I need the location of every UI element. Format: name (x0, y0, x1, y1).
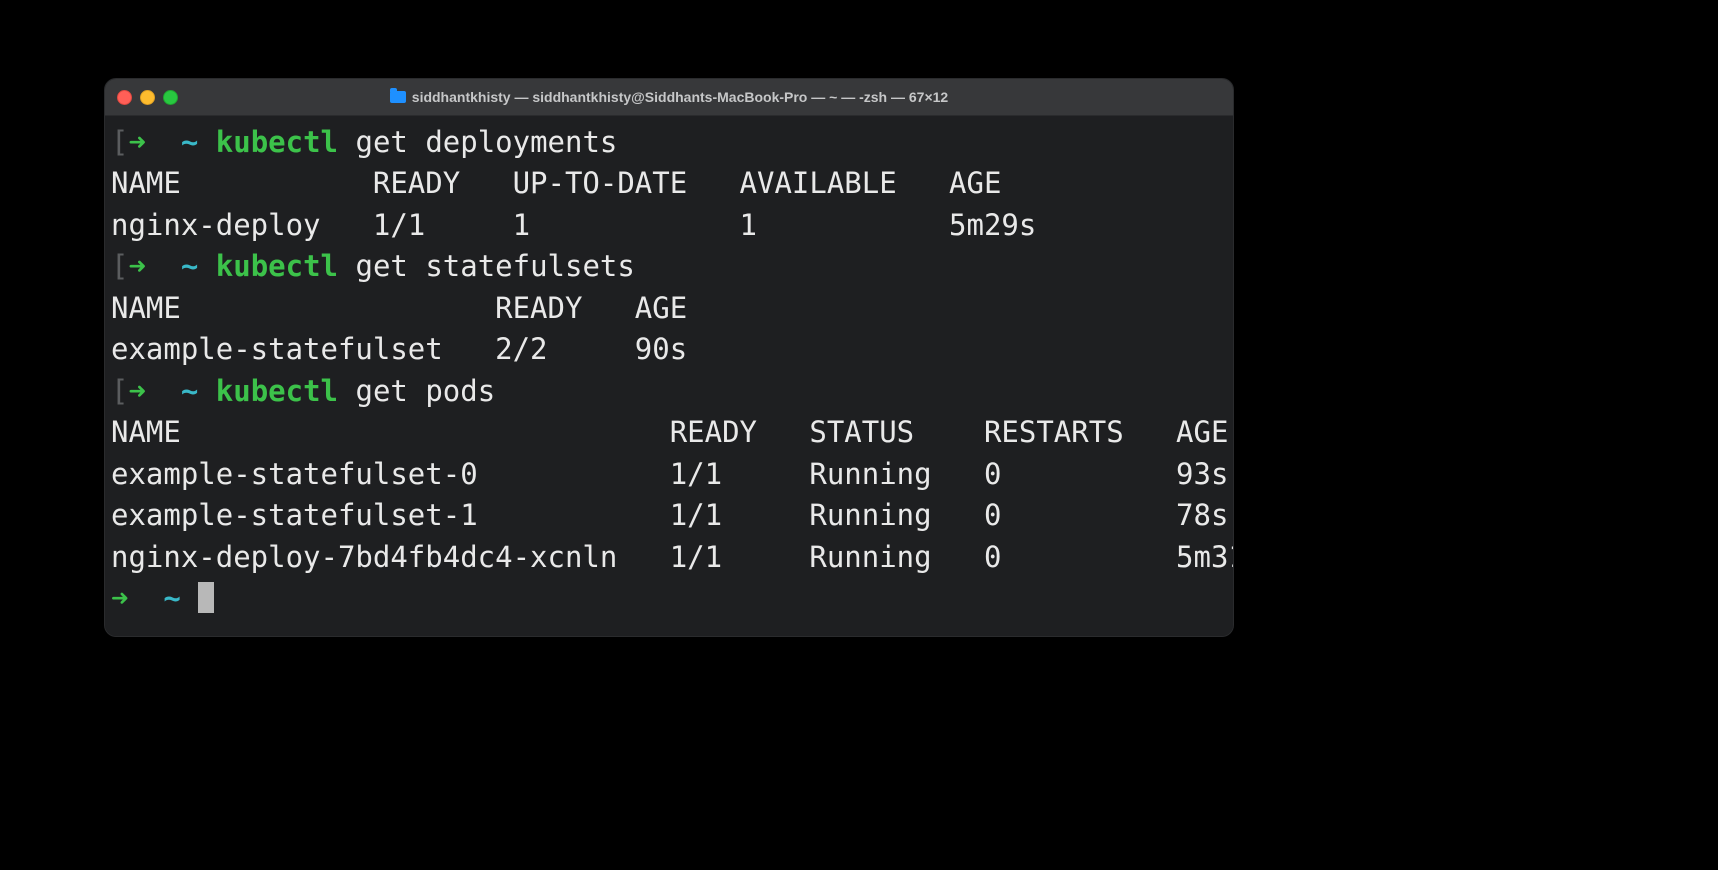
prompt-bracket-open: [ (111, 125, 128, 159)
prompt-bracket-close: ] (1228, 249, 1234, 283)
prompt-bracket-close: ] (1228, 125, 1234, 159)
minimize-icon[interactable] (140, 90, 155, 105)
cmd-kubectl: kubectl (216, 249, 338, 283)
cmd2-row: example-statefulset 2/2 90s (111, 332, 687, 366)
terminal-output[interactable]: [➜ ~ kubectl get deployments ] NAME READ… (105, 120, 1233, 624)
terminal-window: siddhantkhisty — siddhantkhisty@Siddhant… (104, 78, 1234, 637)
cmd3-row2: example-statefulset-1 1/1 Running 0 78s (111, 498, 1228, 532)
prompt-arrow: ➜ (128, 249, 145, 283)
cmd2-args: get statefulsets (355, 249, 634, 283)
prompt-arrow: ➜ (128, 125, 145, 159)
close-icon[interactable] (117, 90, 132, 105)
prompt-tilde: ~ (181, 125, 198, 159)
cmd2-header: NAME READY AGE (111, 291, 687, 325)
cmd1-header: NAME READY UP-TO-DATE AVAILABLE AGE (111, 166, 1001, 200)
cmd3-row1: example-statefulset-0 1/1 Running 0 93s (111, 457, 1228, 491)
prompt-tilde: ~ (181, 249, 198, 283)
terminal-body[interactable]: [➜ ~ kubectl get deployments ] NAME READ… (105, 116, 1233, 636)
cmd3-header: NAME READY STATUS RESTARTS AGE (111, 415, 1228, 449)
cmd3-row3: nginx-deploy-7bd4fb4dc4-xcnln 1/1 Runnin… (111, 540, 1234, 574)
prompt-bracket-close: ] (1228, 374, 1234, 408)
folder-icon (390, 91, 406, 103)
prompt-tilde: ~ (181, 374, 198, 408)
cmd-kubectl: kubectl (216, 125, 338, 159)
prompt-bracket-open: [ (111, 374, 128, 408)
cmd3-args: get pods (355, 374, 495, 408)
prompt-tilde: ~ (163, 581, 180, 615)
cmd-kubectl: kubectl (216, 374, 338, 408)
window-title: siddhantkhisty — siddhantkhisty@Siddhant… (105, 89, 1233, 105)
prompt-bracket-open: [ (111, 249, 128, 283)
window-title-text: siddhantkhisty — siddhantkhisty@Siddhant… (412, 89, 948, 105)
prompt-arrow: ➜ (111, 581, 128, 615)
cmd1-args: get deployments (355, 125, 617, 159)
window-controls (117, 90, 178, 105)
cmd1-row: nginx-deploy 1/1 1 1 5m29s (111, 208, 1036, 242)
zoom-icon[interactable] (163, 90, 178, 105)
titlebar: siddhantkhisty — siddhantkhisty@Siddhant… (105, 79, 1233, 116)
prompt-arrow: ➜ (128, 374, 145, 408)
cursor[interactable] (198, 582, 214, 612)
